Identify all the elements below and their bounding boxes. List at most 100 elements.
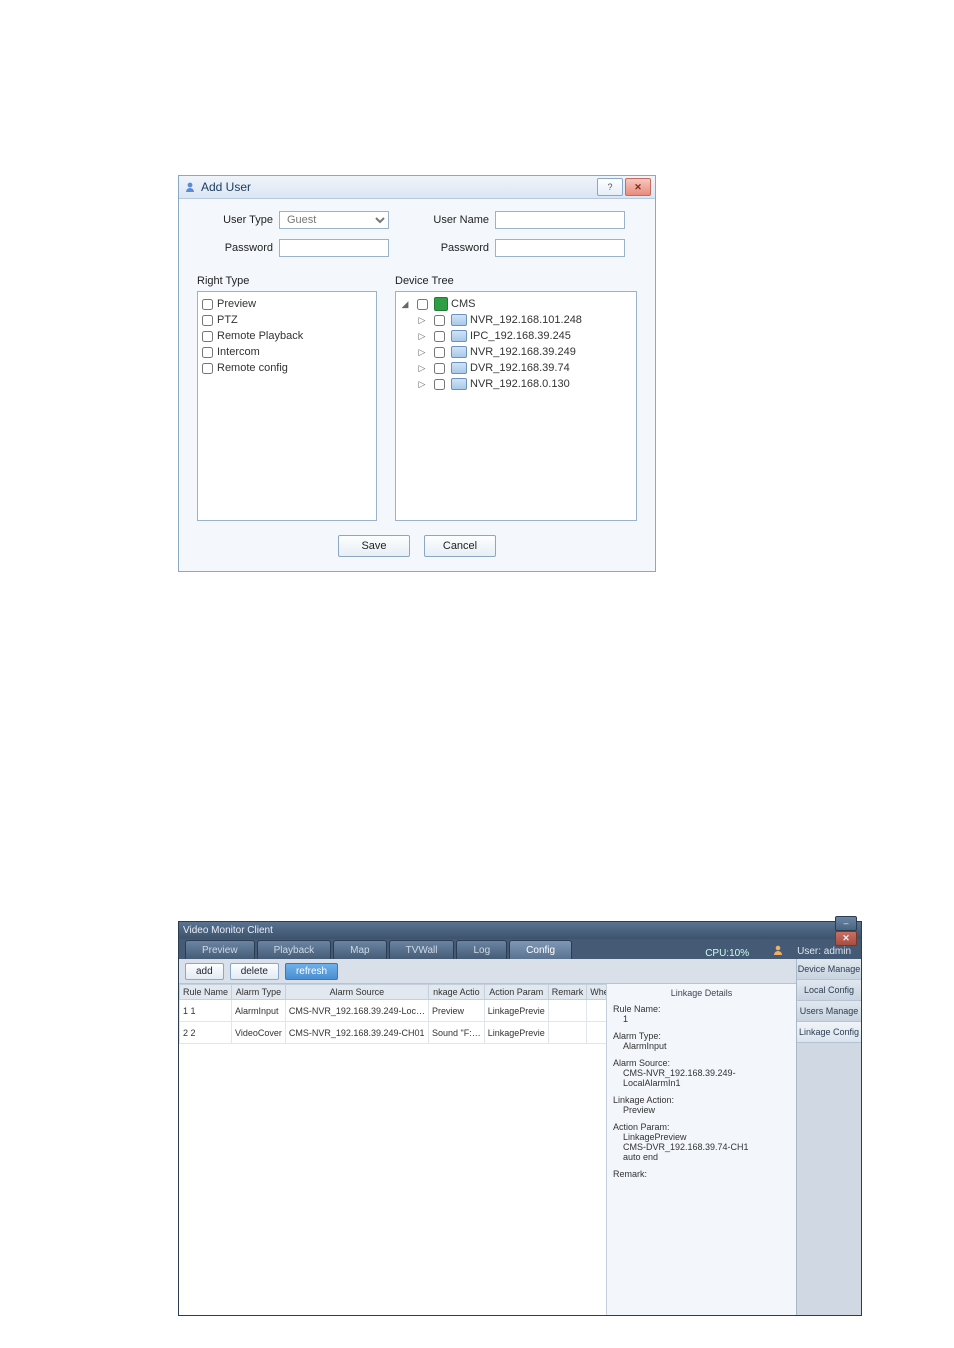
device-tree: ◢ CMS ▷NVR_192.168.101.248 ▷IPC_192.168.… — [395, 291, 637, 521]
col-alarm-source[interactable]: Alarm Source — [285, 985, 428, 1000]
tree-checkbox[interactable] — [434, 315, 445, 326]
right-item[interactable]: Preview — [202, 296, 372, 312]
device-icon — [451, 346, 467, 358]
collapse-icon[interactable]: ◢ — [400, 299, 410, 310]
user-label: User: admin — [797, 946, 851, 957]
cms-icon — [434, 297, 448, 311]
expand-icon[interactable]: ▷ — [417, 315, 427, 326]
tree-checkbox[interactable] — [417, 299, 428, 310]
linkage-details-panel: Linkage Details Rule Name:1 Alarm Type:A… — [606, 984, 796, 1315]
cancel-button[interactable]: Cancel — [424, 535, 496, 557]
table-empty-area — [179, 1044, 606, 1315]
user-type-select[interactable]: Guest — [279, 211, 389, 229]
device-tree-label: Device Tree — [395, 275, 637, 287]
right-item[interactable]: Intercom — [202, 344, 372, 360]
col-action-param[interactable]: Action Param — [484, 985, 548, 1000]
right-item[interactable]: Remote Playback — [202, 328, 372, 344]
minimize-button[interactable]: – — [835, 916, 857, 931]
table-row[interactable]: 2 2 VideoCover CMS-NVR_192.168.39.249-CH… — [180, 1022, 659, 1044]
tab-log[interactable]: Log — [456, 940, 507, 959]
right-item[interactable]: PTZ — [202, 312, 372, 328]
password-input[interactable] — [279, 239, 389, 257]
rules-table: Rule Name Alarm Type Alarm Source nkage … — [179, 984, 659, 1044]
col-linkage-action[interactable]: nkage Actio — [428, 985, 484, 1000]
tree-root[interactable]: ◢ CMS — [400, 296, 632, 312]
rule-name-key: Rule Name: — [613, 1004, 661, 1014]
save-button[interactable]: Save — [338, 535, 410, 557]
tree-checkbox[interactable] — [434, 379, 445, 390]
right-checkbox[interactable] — [202, 347, 213, 358]
password-confirm-input[interactable] — [495, 239, 625, 257]
tree-node[interactable]: ▷NVR_192.168.101.248 — [400, 312, 632, 328]
expand-icon[interactable]: ▷ — [417, 379, 427, 390]
side-panel: Device Manage Local Config Users Manage … — [796, 959, 861, 1315]
tree-node[interactable]: ▷NVR_192.168.39.249 — [400, 344, 632, 360]
remark-key: Remark: — [613, 1169, 647, 1179]
tree-node[interactable]: ▷NVR_192.168.0.130 — [400, 376, 632, 392]
add-button[interactable]: add — [185, 963, 224, 980]
user-type-label: User Type — [197, 214, 273, 226]
right-checkbox[interactable] — [202, 299, 213, 310]
expand-icon[interactable]: ▷ — [417, 363, 427, 374]
side-device-manage[interactable]: Device Manage — [797, 959, 861, 980]
action-param-value: LinkagePreview CMS-DVR_192.168.39.74-CH1… — [623, 1132, 790, 1162]
tree-checkbox[interactable] — [434, 331, 445, 342]
tree-node[interactable]: ▷DVR_192.168.39.74 — [400, 360, 632, 376]
close-button[interactable]: ✕ — [835, 931, 857, 946]
toolbar: add delete refresh — [179, 959, 796, 984]
app-title: Video Monitor Client — [183, 925, 835, 936]
cpu-status: CPU:10% — [705, 948, 749, 959]
close-button[interactable]: ✕ — [625, 178, 651, 196]
app-titlebar: Video Monitor Client – ✕ — [179, 922, 861, 939]
col-rule-name[interactable]: Rule Name — [180, 985, 232, 1000]
rights-listbox: Preview PTZ Remote Playback Intercom Rem… — [197, 291, 377, 521]
right-checkbox[interactable] — [202, 315, 213, 326]
dialog-titlebar: Add User ? ✕ — [179, 176, 655, 199]
tab-map[interactable]: Map — [333, 940, 386, 959]
expand-icon[interactable]: ▷ — [417, 331, 427, 342]
right-checkbox[interactable] — [202, 331, 213, 342]
help-button[interactable]: ? — [597, 178, 623, 196]
device-icon — [451, 314, 467, 326]
right-checkbox[interactable] — [202, 363, 213, 374]
alarm-source-key: Alarm Source: — [613, 1058, 670, 1068]
device-icon — [451, 330, 467, 342]
device-icon — [451, 378, 467, 390]
user-icon — [771, 943, 785, 957]
app-icon — [183, 180, 197, 194]
user-name-input[interactable] — [495, 211, 625, 229]
user-name-label: User Name — [413, 214, 489, 226]
rule-name-value: 1 — [623, 1014, 790, 1024]
tree-checkbox[interactable] — [434, 363, 445, 374]
linkage-action-value: Preview — [623, 1105, 790, 1115]
tab-playback[interactable]: Playback — [257, 940, 332, 959]
alarm-source-value: CMS-NVR_192.168.39.249-LocalAlarmIn1 — [623, 1068, 790, 1088]
tree-checkbox[interactable] — [434, 347, 445, 358]
delete-button[interactable]: delete — [230, 963, 279, 980]
password-label: Password — [197, 242, 273, 254]
add-user-dialog: Add User ? ✕ User Type Guest User Name P… — [178, 175, 656, 572]
right-item[interactable]: Remote config — [202, 360, 372, 376]
video-monitor-client-window: Video Monitor Client – ✕ Preview Playbac… — [178, 921, 862, 1316]
col-alarm-type[interactable]: Alarm Type — [232, 985, 286, 1000]
tab-tvwall[interactable]: TVWall — [389, 940, 455, 959]
rules-table-area: Rule Name Alarm Type Alarm Source nkage … — [179, 984, 606, 1315]
side-users-manage[interactable]: Users Manage — [797, 1001, 861, 1022]
expand-icon[interactable]: ▷ — [417, 347, 427, 358]
tree-node[interactable]: ▷IPC_192.168.39.245 — [400, 328, 632, 344]
right-type-label: Right Type — [197, 275, 377, 287]
table-row[interactable]: 1 1 AlarmInput CMS-NVR_192.168.39.249-Lo… — [180, 1000, 659, 1022]
device-icon — [451, 362, 467, 374]
main-tabs: Preview Playback Map TVWall Log Config C… — [179, 939, 861, 959]
action-param-key: Action Param: — [613, 1122, 670, 1132]
tab-preview[interactable]: Preview — [185, 940, 255, 959]
refresh-button[interactable]: refresh — [285, 963, 338, 980]
dialog-title: Add User — [201, 180, 597, 194]
col-remark[interactable]: Remark — [548, 985, 587, 1000]
alarm-type-value: AlarmInput — [623, 1041, 790, 1051]
details-title: Linkage Details — [613, 988, 790, 998]
side-linkage-config[interactable]: Linkage Config — [797, 1022, 861, 1043]
side-local-config[interactable]: Local Config — [797, 980, 861, 1001]
tab-config[interactable]: Config — [509, 940, 572, 959]
alarm-type-key: Alarm Type: — [613, 1031, 661, 1041]
